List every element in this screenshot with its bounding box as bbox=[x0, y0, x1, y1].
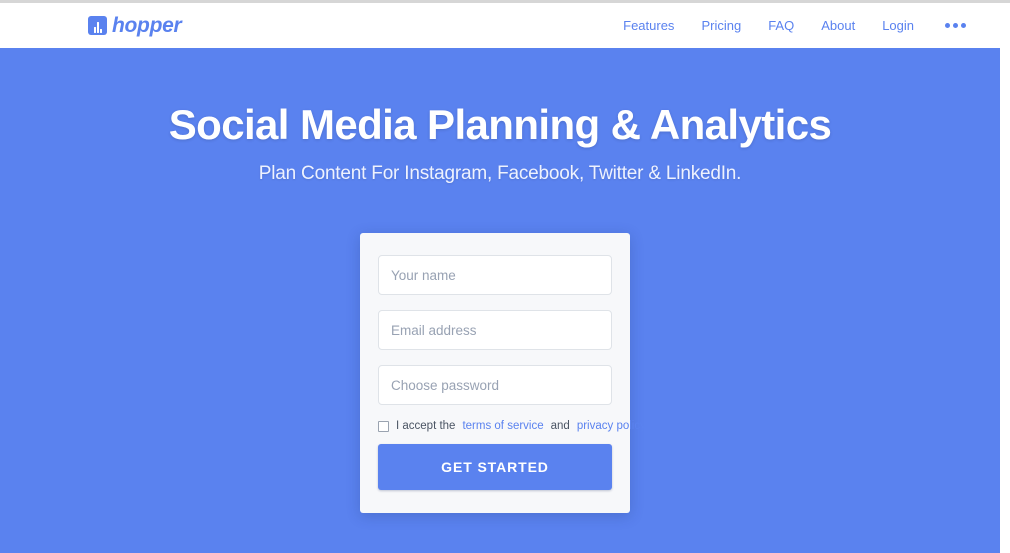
page-subtitle: Plan Content For Instagram, Facebook, Tw… bbox=[258, 163, 742, 184]
site-header: hopper Features Pricing FAQ About Login bbox=[0, 3, 1000, 48]
nav-link-faq[interactable]: FAQ bbox=[768, 18, 794, 33]
ellipsis-horizontal-icon[interactable] bbox=[941, 23, 966, 28]
nav-link-features[interactable]: Features bbox=[623, 18, 674, 33]
vertical-scrollbar-gutter[interactable] bbox=[1000, 3, 1010, 553]
nav-link-login[interactable]: Login bbox=[882, 18, 914, 33]
hero-section: Social Media Planning & Analytics Plan C… bbox=[0, 48, 1000, 553]
nav-link-pricing[interactable]: Pricing bbox=[701, 18, 741, 33]
email-input[interactable] bbox=[378, 310, 612, 350]
page-content: hopper Features Pricing FAQ About Login … bbox=[0, 3, 1000, 553]
privacy-policy-link[interactable]: privacy policy bbox=[577, 420, 646, 432]
page-title: Social Media Planning & Analytics bbox=[168, 101, 832, 148]
terms-text-conjunction: and bbox=[550, 420, 570, 432]
get-started-button[interactable]: GET STARTED bbox=[378, 444, 612, 490]
brand-logo[interactable]: hopper bbox=[88, 13, 182, 38]
terms-acceptance-row: I accept the terms of service and privac… bbox=[378, 420, 646, 432]
signup-card: I accept the terms of service and privac… bbox=[360, 233, 646, 513]
terms-checkbox[interactable] bbox=[378, 420, 389, 432]
nav-link-about[interactable]: About bbox=[821, 18, 855, 33]
password-input[interactable] bbox=[378, 365, 612, 405]
brand-name: hopper bbox=[112, 13, 182, 37]
terms-text-prefix: I accept the bbox=[396, 420, 456, 432]
terms-of-service-link[interactable]: terms of service bbox=[462, 420, 543, 432]
name-input[interactable] bbox=[378, 255, 612, 295]
browser-viewport: hopper Features Pricing FAQ About Login … bbox=[0, 0, 1010, 553]
main-navigation: Features Pricing FAQ About Login bbox=[623, 18, 966, 33]
bar-chart-square-icon bbox=[88, 16, 107, 35]
